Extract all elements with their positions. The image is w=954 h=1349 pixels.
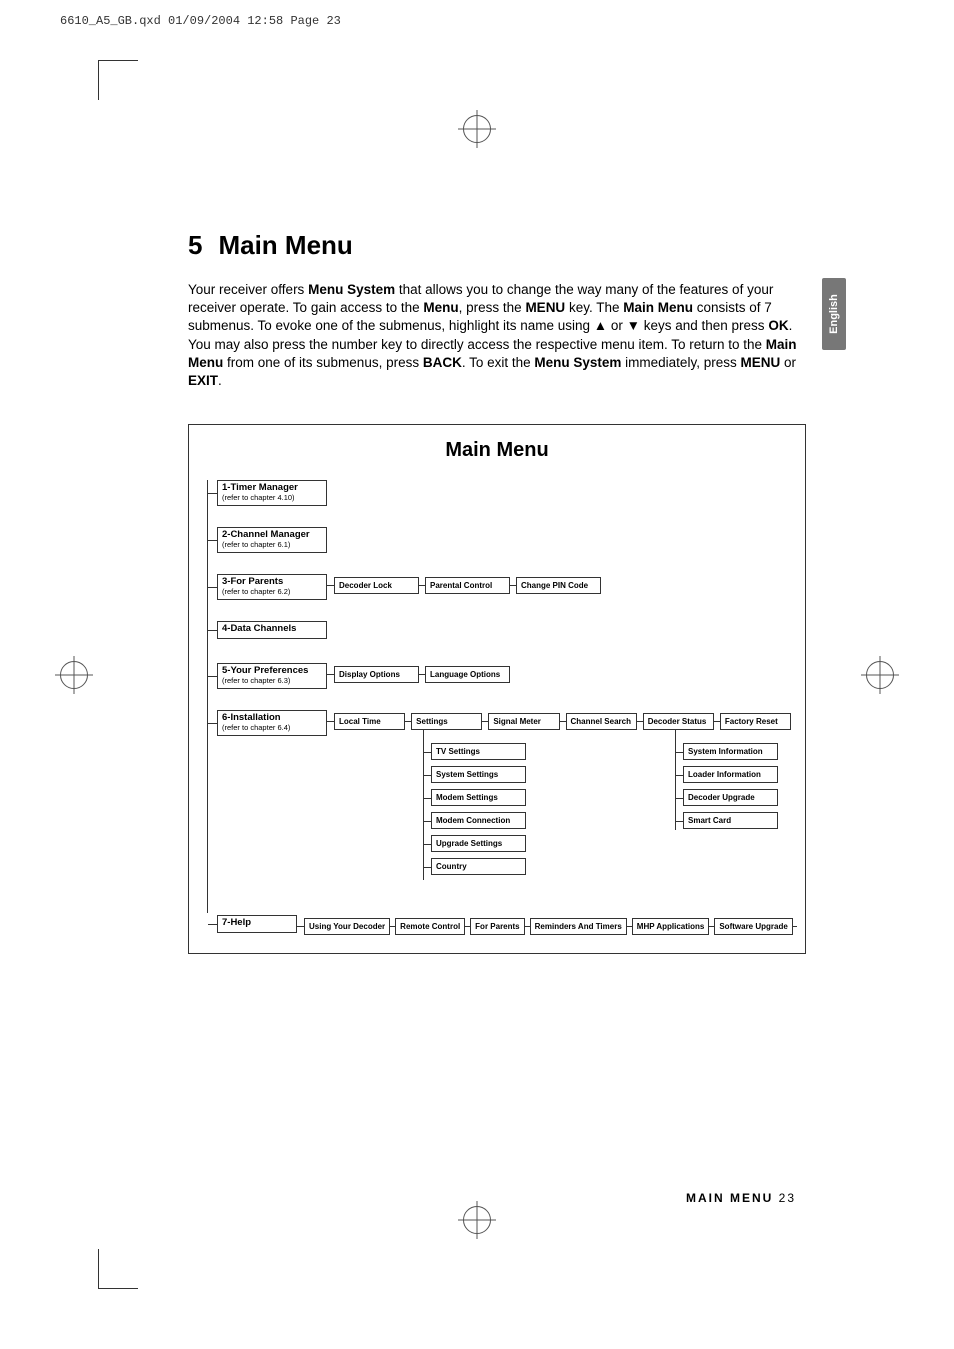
tree-trunk (207, 480, 208, 913)
menu-item-channel-manager: 2-Channel Manager(refer to chapter 6.1) (217, 527, 327, 553)
menu-box: System Information (683, 743, 778, 760)
menu-box: Software Upgrade (714, 918, 792, 935)
menu-box: Factory Reset (720, 713, 791, 730)
menu-box: Decoder Lock (334, 577, 419, 594)
intro-paragraph: Your receiver offers Menu System that al… (188, 281, 806, 390)
section-heading: 5 Main Menu (188, 230, 806, 261)
menu-box: MHP Applications (632, 918, 710, 935)
prepress-header: 6610_A5_GB.qxd 01/09/2004 12:58 Page 23 (60, 14, 341, 28)
menu-box: Smart Card (683, 812, 778, 829)
menu-box: Upgrade Settings (431, 835, 526, 852)
menu-item-for-parents: 3-For Parents(refer to chapter 6.2) (217, 574, 327, 600)
diagram-title: Main Menu (203, 439, 791, 462)
menu-box: Remote Control (395, 918, 465, 935)
preferences-children: Display Options Language Options (334, 666, 791, 683)
menu-box: System Settings (431, 766, 526, 783)
menu-box: Display Options (334, 666, 419, 683)
section-number: 5 (188, 230, 202, 260)
menu-box: Country (431, 858, 526, 875)
connector (423, 730, 424, 880)
menu-item-installation: 6-Installation(refer to chapter 6.4) (217, 710, 327, 736)
menu-box: Signal Meter (488, 713, 559, 730)
menu-box: Change PIN Code (516, 577, 601, 594)
registration-mark (866, 661, 894, 689)
section-title: Main Menu (218, 230, 352, 260)
registration-mark (60, 661, 88, 689)
connector (675, 730, 676, 830)
menu-item-data-channels: 4-Data Channels (217, 621, 327, 638)
menu-box: Parental Control (425, 577, 510, 594)
menu-box: For Parents (470, 918, 524, 935)
menu-box: TV Settings (431, 743, 526, 760)
menu-box: Modem Connection (431, 812, 526, 829)
help-children: Using Your Decoder Remote Control For Pa… (304, 918, 791, 935)
menu-item-your-preferences: 5-Your Preferences(refer to chapter 6.3) (217, 663, 327, 689)
content-area: 5 Main Menu Your receiver offers Menu Sys… (188, 230, 806, 954)
menu-item-help: 7-Help (217, 915, 297, 932)
menu-box: Decoder Status (643, 713, 714, 730)
settings-subitems: TV Settings System Settings Modem Settin… (431, 743, 526, 881)
menu-box: Modem Settings (431, 789, 526, 806)
menu-item-timer-manager: 1-Timer Manager(refer to chapter 4.10) (217, 480, 327, 506)
menu-box: Local Time (334, 713, 405, 730)
menu-box: Using Your Decoder (304, 918, 390, 935)
menu-box: Language Options (425, 666, 510, 683)
menu-diagram: Main Menu 1-Timer Manager(refer to chapt… (188, 424, 806, 954)
menu-box: Loader Information (683, 766, 778, 783)
installation-children: Local Time Settings Signal Meter Channel… (334, 713, 791, 730)
menu-box: Settings (411, 713, 482, 730)
language-tab: English (822, 278, 846, 350)
page-footer: MAIN MENU 23 (686, 1191, 796, 1205)
page-area: English 5 Main Menu Your receiver offers … (98, 60, 856, 1289)
decoder-status-subitems: System Information Loader Information De… (683, 743, 778, 835)
menu-box: Reminders And Timers (530, 918, 627, 935)
menu-box: Channel Search (566, 713, 637, 730)
for-parents-children: Decoder Lock Parental Control Change PIN… (334, 577, 791, 594)
menu-box: Decoder Upgrade (683, 789, 778, 806)
